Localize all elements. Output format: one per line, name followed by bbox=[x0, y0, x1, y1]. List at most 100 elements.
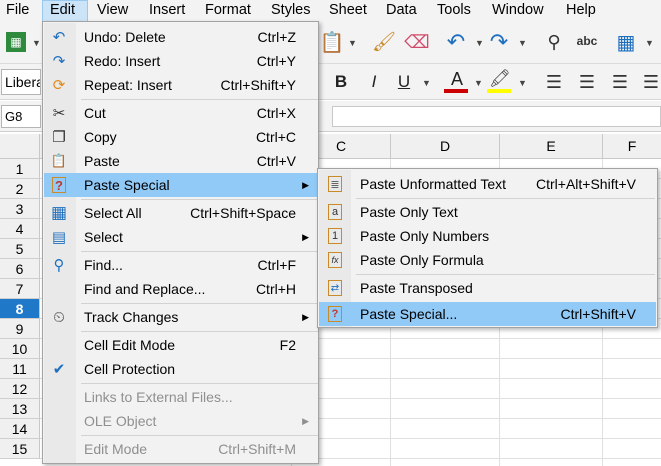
menu-item-paste-transposed[interactable]: ⇄ Paste Transposed bbox=[319, 276, 656, 300]
paste-dropdown-icon[interactable]: ▼ bbox=[348, 38, 357, 48]
highlight-icon[interactable]: 🖍 bbox=[489, 68, 511, 90]
menu-window[interactable]: Window bbox=[492, 0, 544, 22]
clear-formatting-icon[interactable]: ⌫ bbox=[404, 30, 430, 54]
row-header-selected[interactable]: 8 bbox=[0, 299, 40, 319]
menu-item-label: Cell Edit Mode bbox=[84, 337, 176, 353]
menu-styles[interactable]: Styles bbox=[271, 0, 311, 22]
row-header[interactable]: 14 bbox=[0, 419, 40, 439]
align-center-icon[interactable]: ☰ bbox=[576, 70, 598, 94]
font-color-dropdown-icon[interactable]: ▼ bbox=[474, 78, 483, 88]
copy-icon: ❐ bbox=[52, 129, 66, 146]
row-header[interactable]: 7 bbox=[0, 279, 40, 299]
new-dropdown-icon[interactable]: ▼ bbox=[32, 38, 41, 48]
new-spreadsheet-icon[interactable]: ▦ bbox=[6, 32, 26, 52]
submenu-arrow-icon: ▶ bbox=[302, 416, 309, 426]
row-header[interactable]: 9 bbox=[0, 319, 40, 339]
highlight-dropdown-icon[interactable]: ▼ bbox=[518, 78, 527, 88]
font-color-button[interactable]: A bbox=[446, 68, 468, 90]
menu-item-ole-object: OLE Object ▶ bbox=[44, 409, 317, 433]
redo-dropdown-icon[interactable]: ▼ bbox=[518, 38, 527, 48]
menu-edit[interactable]: Edit bbox=[42, 0, 88, 22]
menu-data[interactable]: Data bbox=[386, 0, 417, 22]
row-header[interactable]: 11 bbox=[0, 359, 40, 379]
row-header[interactable]: 10 bbox=[0, 339, 40, 359]
menu-item-redo[interactable]: ↷ Redo: Insert Ctrl+Y bbox=[44, 49, 317, 73]
underline-dropdown-icon[interactable]: ▼ bbox=[422, 78, 431, 88]
justify-icon[interactable]: ☰ bbox=[641, 70, 661, 94]
menu-item-undo[interactable]: ↶ Undo: Delete Ctrl+Z bbox=[44, 25, 317, 49]
menu-item-paste-only-numbers[interactable]: 1 Paste Only Numbers bbox=[319, 224, 656, 248]
row-header[interactable]: 3 bbox=[0, 199, 40, 219]
menu-format[interactable]: Format bbox=[205, 0, 251, 22]
font-name-input[interactable]: Libera bbox=[1, 69, 41, 95]
redo-icon: ↷ bbox=[52, 53, 66, 70]
menu-item-shortcut: Ctrl+Shift+M bbox=[218, 441, 296, 457]
column-header-e[interactable]: E bbox=[499, 134, 602, 158]
menu-separator bbox=[81, 331, 318, 332]
paste-transposed-icon: ⇄ bbox=[328, 280, 342, 296]
align-right-icon[interactable]: ☰ bbox=[609, 70, 631, 94]
menu-item-label: Copy bbox=[84, 129, 117, 145]
menu-separator bbox=[81, 199, 318, 200]
row-header[interactable]: 15 bbox=[0, 439, 40, 459]
align-left-icon[interactable]: ☰ bbox=[543, 70, 565, 94]
row-header[interactable]: 6 bbox=[0, 259, 40, 279]
menu-item-shortcut: Ctrl+Shift+V bbox=[560, 306, 636, 322]
row-column-icon[interactable]: ▦ bbox=[614, 30, 638, 54]
menu-insert[interactable]: Insert bbox=[149, 0, 185, 22]
menu-item-select[interactable]: ▤ Select ▶ bbox=[44, 225, 317, 249]
row-header[interactable]: 13 bbox=[0, 399, 40, 419]
undo-toolbar-icon[interactable]: ↶ bbox=[444, 29, 468, 54]
formula-input[interactable] bbox=[332, 106, 661, 127]
menu-sheet[interactable]: Sheet bbox=[329, 0, 367, 22]
menu-item-find-replace[interactable]: Find and Replace... Ctrl+H bbox=[44, 277, 317, 301]
menu-tools[interactable]: Tools bbox=[437, 0, 471, 22]
paste-special-icon: ? bbox=[52, 177, 66, 193]
menu-item-shortcut: Ctrl+F bbox=[257, 257, 297, 273]
underline-button[interactable]: U bbox=[394, 70, 414, 94]
menu-item-cut[interactable]: ✂ Cut Ctrl+X bbox=[44, 101, 317, 125]
menu-item-label: Undo: Delete bbox=[84, 29, 166, 45]
menu-item-find[interactable]: ⚲ Find... Ctrl+F bbox=[44, 253, 317, 277]
menu-item-paste[interactable]: 📋 Paste Ctrl+V bbox=[44, 149, 317, 173]
undo-dropdown-icon[interactable]: ▼ bbox=[475, 38, 484, 48]
menu-view[interactable]: View bbox=[97, 0, 128, 22]
row-dropdown-icon[interactable]: ▼ bbox=[645, 38, 654, 48]
menu-item-shortcut: Ctrl+Alt+Shift+V bbox=[536, 176, 636, 192]
paste-toolbar-icon[interactable]: 📋 bbox=[320, 30, 345, 54]
column-header-f[interactable]: F bbox=[602, 134, 661, 158]
row-header[interactable]: 2 bbox=[0, 179, 40, 199]
paste-numbers-icon: 1 bbox=[328, 228, 342, 244]
spelling-icon[interactable]: abc bbox=[573, 28, 601, 54]
menu-separator bbox=[81, 383, 318, 384]
row-header[interactable]: 12 bbox=[0, 379, 40, 399]
menu-item-cell-edit-mode[interactable]: Cell Edit Mode F2 bbox=[44, 333, 317, 357]
find-replace-icon[interactable]: ⚲ bbox=[541, 30, 567, 54]
repeat-icon: ⟳ bbox=[52, 77, 66, 94]
row-header[interactable]: 5 bbox=[0, 239, 40, 259]
clone-formatting-icon[interactable]: 🖌 bbox=[372, 30, 396, 54]
menu-item-track-changes[interactable]: ⏲ Track Changes ▶ bbox=[44, 305, 317, 329]
menu-item-select-all[interactable]: ▦ Select All Ctrl+Shift+Space bbox=[44, 201, 317, 225]
menu-item-paste-special-dialog[interactable]: ? Paste Special... Ctrl+Shift+V bbox=[319, 302, 656, 326]
menu-file[interactable]: File bbox=[6, 0, 29, 22]
menu-item-shortcut: Ctrl+Shift+Y bbox=[220, 77, 296, 93]
menu-item-cell-protection[interactable]: ✔ Cell Protection bbox=[44, 357, 317, 381]
menu-item-paste-only-formula[interactable]: fx Paste Only Formula bbox=[319, 248, 656, 272]
italic-button[interactable]: I bbox=[364, 70, 384, 94]
menu-item-label: Select bbox=[84, 229, 123, 245]
row-header[interactable]: 4 bbox=[0, 219, 40, 239]
menu-item-paste-unformatted[interactable]: ≣ Paste Unformatted Text Ctrl+Alt+Shift+… bbox=[319, 172, 656, 196]
menu-item-paste-only-text[interactable]: a Paste Only Text bbox=[319, 200, 656, 224]
menu-help[interactable]: Help bbox=[566, 0, 596, 22]
bold-button[interactable]: B bbox=[331, 70, 351, 94]
select-all-corner[interactable] bbox=[0, 134, 40, 158]
menu-item-repeat[interactable]: ⟳ Repeat: Insert Ctrl+Shift+Y bbox=[44, 73, 317, 97]
column-header-d[interactable]: D bbox=[390, 134, 499, 158]
redo-toolbar-icon[interactable]: ↷ bbox=[487, 29, 511, 54]
menu-item-paste-special[interactable]: ? Paste Special ▶ bbox=[44, 173, 317, 197]
menu-item-edit-mode: Edit Mode Ctrl+Shift+M bbox=[44, 437, 317, 461]
name-box[interactable]: G8 bbox=[1, 105, 41, 128]
menu-item-copy[interactable]: ❐ Copy Ctrl+C bbox=[44, 125, 317, 149]
row-header[interactable]: 1 bbox=[0, 159, 40, 179]
